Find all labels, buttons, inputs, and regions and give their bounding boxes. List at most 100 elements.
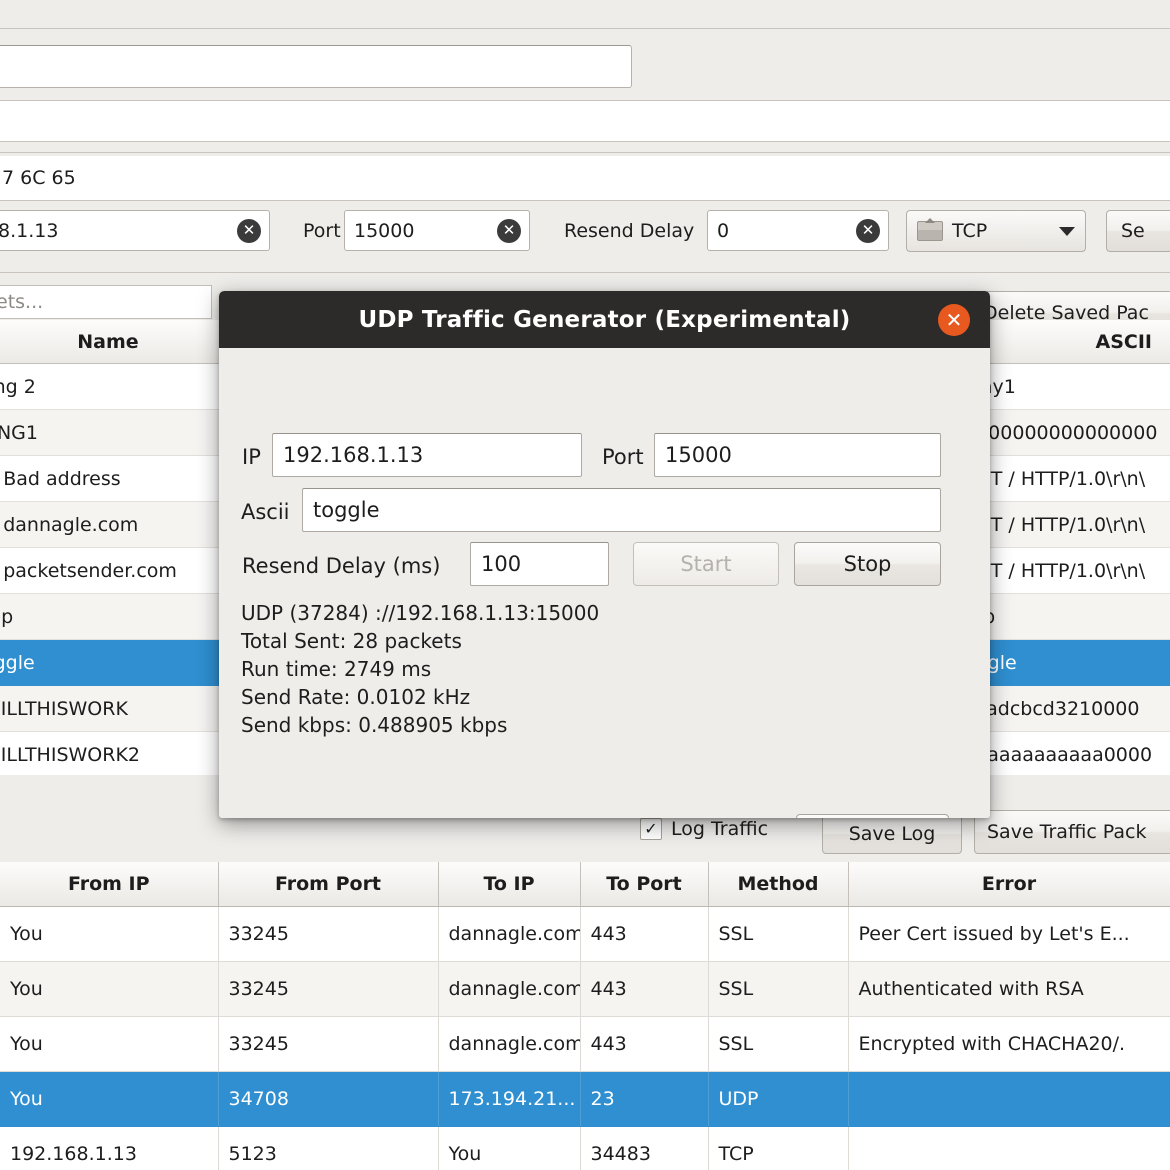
traffic-cell-from-ip: You: [0, 1071, 219, 1127]
checkbox-icon[interactable]: ✓: [640, 818, 662, 840]
traffic-cell-to-ip: You: [438, 1126, 581, 1170]
packet-name-cell: WILLTHISWORK2: [0, 743, 140, 766]
traffic-cell-to-ip: dannagle.com: [438, 1016, 581, 1072]
packet-name-cell: ong 2: [0, 375, 36, 398]
traffic-log-row[interactable]: You 33245 dannagle.com 443 SSL Authenticated …: [0, 961, 1170, 1017]
close-icon[interactable]: ✕: [938, 303, 970, 336]
white-strip: [0, 101, 1170, 141]
send-button[interactable]: Se: [1106, 210, 1170, 252]
dialog-port-label: Port: [602, 445, 644, 469]
packet-ascii-cell: GET / HTTP/1.0\r\n\: [964, 559, 1146, 582]
traffic-column-header[interactable]: Error: [848, 862, 1170, 907]
chevron-down-icon: [1059, 226, 1075, 236]
traffic-cell-to-ip: 173.194.21...: [438, 1071, 581, 1127]
traffic-column-header[interactable]: Method: [708, 862, 849, 907]
cancel-button[interactable]: Cancel: [796, 814, 949, 818]
packet-name-cell: oggle: [0, 651, 35, 674]
traffic-cell-from-port: 33245: [218, 1016, 439, 1072]
dialog-port-input[interactable]: 15000: [654, 433, 941, 477]
traffic-cell-method: SSL: [708, 961, 849, 1017]
stop-button[interactable]: Stop: [794, 542, 941, 586]
save-log-button[interactable]: Save Log: [822, 814, 962, 854]
traffic-cell-from-port: 33245: [218, 961, 439, 1017]
packet-name-cell: sl dannagle.com: [0, 513, 139, 536]
traffic-cell-to-ip: dannagle.com: [438, 961, 581, 1017]
ip-input-value: 8.1.13: [0, 219, 59, 242]
status-line-run-time: Run time: 2749 ms: [241, 657, 432, 681]
traffic-cell-from-ip: 192.168.1.13: [0, 1126, 219, 1170]
packet-name-cell: WILLTHISWORK: [0, 697, 128, 720]
traffic-cell-error: Encrypted with CHACHA20/.: [848, 1016, 1170, 1072]
traffic-column-header[interactable]: From Port: [218, 862, 439, 907]
traffic-cell-to-port: 34483: [580, 1126, 709, 1170]
traffic-cell-to-port: 23: [580, 1071, 709, 1127]
application-window: 7 6C 65 8.1.13 ✕ Port 15000 ✕ Resend Del…: [0, 0, 1170, 1170]
traffic-cell-method: SSL: [708, 906, 849, 962]
dialog-ascii-label: Ascii: [241, 500, 290, 524]
packet-name-cell: top: [0, 605, 14, 628]
traffic-column-header[interactable]: To IP: [438, 862, 581, 907]
divider-top: [0, 28, 1170, 29]
status-line-total-sent: Total Sent: 28 packets: [241, 629, 462, 653]
save-traffic-packet-button[interactable]: Save Traffic Pack: [974, 810, 1170, 854]
ip-input[interactable]: 8.1.13 ✕: [0, 210, 270, 251]
divider-above-hex-2: [0, 152, 1170, 153]
clear-icon[interactable]: ✕: [497, 218, 521, 243]
resend-delay-value: 0: [717, 219, 730, 242]
dialog-resend-delay-label: Resend Delay (ms): [242, 554, 441, 578]
status-line-send-kbps: Send kbps: 0.488905 kbps: [241, 713, 508, 737]
traffic-cell-error: Peer Cert issued by Let's E...: [848, 906, 1170, 962]
hex-preview-text: 7 6C 65: [2, 167, 76, 189]
traffic-cell-error: [848, 1126, 1170, 1170]
network-icon: [917, 221, 943, 241]
dialog-resend-delay-input[interactable]: 100: [470, 542, 609, 586]
divider-below-addressbar: [0, 272, 1170, 273]
traffic-column-header[interactable]: To Port: [580, 862, 709, 907]
traffic-log-table[interactable]: From IP From Port To IP To Port Method Error …: [0, 862, 1170, 1170]
port-input[interactable]: 15000 ✕: [344, 210, 530, 251]
packet-name-cell: sl packetsender.com: [0, 559, 177, 582]
traffic-cell-from-port: 33245: [218, 906, 439, 962]
traffic-log-row[interactable]: You 33245 dannagle.com 443 SSL Peer Cert issu…: [0, 906, 1170, 962]
start-button[interactable]: Start: [633, 542, 779, 586]
traffic-cell-to-port: 443: [580, 1016, 709, 1072]
resend-delay-input[interactable]: 0 ✕: [707, 210, 889, 251]
traffic-log-row[interactable]: You 34708 173.194.21... 23 UDP: [0, 1071, 1170, 1127]
packet-ascii-cell: GET / HTTP/1.0\r\n\: [964, 467, 1146, 490]
dialog-ip-input[interactable]: 192.168.1.13: [272, 433, 582, 477]
clear-icon[interactable]: ✕: [237, 218, 261, 243]
traffic-column-header[interactable]: From IP: [0, 862, 219, 907]
traffic-cell-from-ip: You: [0, 1016, 219, 1072]
packet-ascii-cell: ecadcbcd3210000: [964, 697, 1140, 720]
packet-search-input[interactable]: ets...: [0, 285, 212, 319]
traffic-log-row[interactable]: 192.168.1.13 5123 You 34483 TCP: [0, 1126, 1170, 1170]
column-header-name: Name: [77, 330, 139, 353]
traffic-cell-from-ip: You: [0, 961, 219, 1017]
dialog-ip-label: IP: [242, 445, 261, 469]
packet-ascii-cell: aaaaaaaaaaaa0000: [964, 743, 1153, 766]
port-input-value: 15000: [354, 219, 415, 242]
packet-ascii-cell: GET / HTTP/1.0\r\n\: [964, 513, 1146, 536]
traffic-log-header: From IP From Port To IP To Port Method Error: [0, 862, 1170, 907]
status-line-send-rate: Send Rate: 0.0102 kHz: [241, 685, 471, 709]
protocol-select[interactable]: TCP: [906, 210, 1086, 252]
clear-icon[interactable]: ✕: [856, 218, 880, 243]
traffic-cell-method: TCP: [708, 1126, 849, 1170]
dialog-ascii-input[interactable]: toggle: [302, 488, 941, 532]
log-traffic-checkbox[interactable]: ✓ Log Traffic: [640, 818, 768, 840]
search-input[interactable]: [0, 45, 632, 88]
traffic-cell-to-ip: dannagle.com: [438, 906, 581, 962]
traffic-log-body: You 33245 dannagle.com 443 SSL Peer Cert issu…: [0, 906, 1170, 1170]
udp-traffic-generator-dialog: UDP Traffic Generator (Experimental) ✕ I…: [219, 291, 990, 818]
dialog-titlebar: UDP Traffic Generator (Experimental) ✕: [219, 291, 990, 348]
resend-delay-label: Resend Delay: [564, 220, 695, 242]
traffic-log-row[interactable]: You 33245 dannagle.com 443 SSL Encrypted with…: [0, 1016, 1170, 1072]
traffic-cell-error: Authenticated with RSA: [848, 961, 1170, 1017]
packet-name-cell: ONG1: [0, 421, 38, 444]
port-label: Port: [303, 220, 341, 242]
traffic-cell-from-port: 34708: [218, 1071, 439, 1127]
traffic-cell-from-port: 5123: [218, 1126, 439, 1170]
dialog-title: UDP Traffic Generator (Experimental): [358, 306, 851, 333]
traffic-cell-method: SSL: [708, 1016, 849, 1072]
hex-preview-row: 7 6C 65: [0, 156, 1170, 200]
